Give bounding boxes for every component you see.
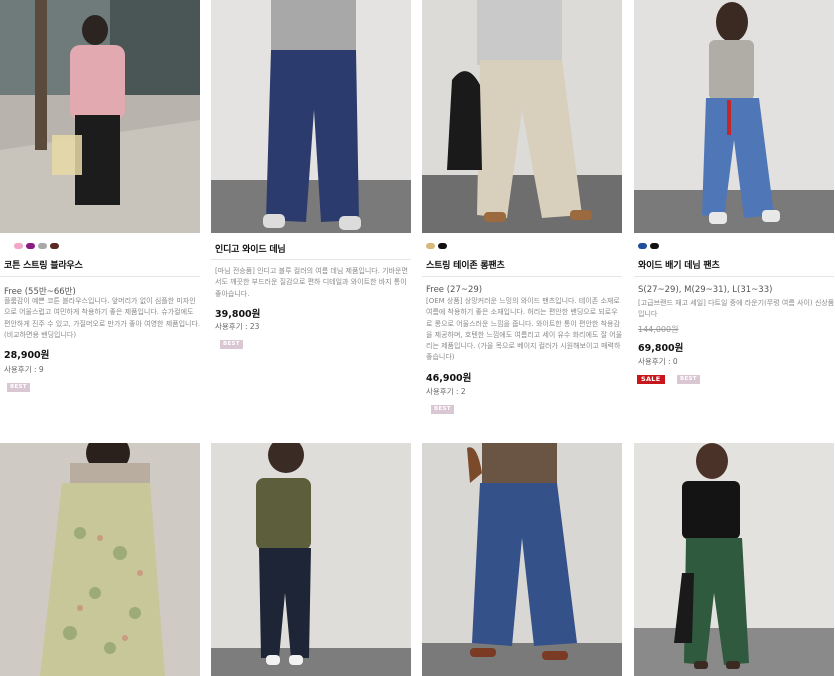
sale-badge: SALE [637,375,665,384]
product-photo-2[interactable] [211,0,411,233]
color-swatch-gray[interactable] [38,243,47,249]
product-price: 28,900원 [4,350,50,361]
product-description: [고급브랜드 재고 세일] 다트일 중에 라운기(쭈렁 여름 사이) 신상품입니… [638,299,835,319]
color-swatch-pink[interactable] [14,243,23,249]
product-image-wide-baggy-denim [634,0,834,233]
product-image-floral-dress [0,443,200,676]
product-photo-4[interactable] [634,0,834,233]
divider [211,259,411,260]
original-price: 144,000원 [638,325,679,334]
color-swatch-purple[interactable] [26,243,35,249]
best-badge: BEST [677,375,700,384]
color-swatches [638,243,659,249]
product-price: 46,900원 [426,373,472,384]
review-count[interactable]: 사용후기 : 9 [4,364,44,375]
color-swatches [426,243,447,249]
product-size: Free (27~29) [426,285,483,295]
color-swatch-black[interactable] [650,243,659,249]
product-price: 69,800원 [638,343,684,354]
product-image-black-top-green-pants [634,443,834,676]
product-image-string-linen-pants [422,0,622,233]
product-image-wide-denim-pants [422,443,622,676]
product-photo-7[interactable] [422,443,622,676]
best-badge: BEST [7,383,30,392]
product-image-khaki-top-navy-pants [211,443,411,676]
review-count[interactable]: 사용후기 : 23 [215,321,259,332]
color-swatch-beige[interactable] [426,243,435,249]
product-name[interactable]: 인디고 와이드 데님 [215,242,286,255]
product-photo-5[interactable] [0,443,200,676]
product-description: [OEM 상품] 상망커러운 느밍의 와이드 팬츠입니다. 테이존 소재로 여름… [426,297,623,362]
color-swatch-brown[interactable] [50,243,59,249]
product-name[interactable]: 스트링 테이존 롱팬츠 [426,258,505,271]
product-price: 39,800원 [215,309,261,320]
color-swatch-blue[interactable] [638,243,647,249]
product-photo-8[interactable] [634,443,834,676]
product-photo-3[interactable] [422,0,622,233]
review-count[interactable]: 사용후기 : 2 [426,386,466,397]
color-swatches [14,243,59,249]
product-image-cotton-blouse [0,0,200,233]
product-name[interactable]: 코튼 스트링 블라우스 [4,258,83,271]
product-description: 플룸감이 예쁜 코튼 블라우스입니다. 앞머리가 없이 심플한 미자인으로 어울… [4,297,201,339]
divider [634,276,834,277]
divider [422,276,622,277]
product-image-indigo-denim [211,0,411,233]
product-description: [마님 전승품] 인디고 블루 컬러의 여름 데님 제품입니다. 기바운면서도 … [215,267,408,298]
product-photo-6[interactable] [211,443,411,676]
best-badge: BEST [431,405,454,414]
product-name[interactable]: 와이드 배기 데님 팬츠 [638,258,720,271]
product-size: S(27~29), M(29~31), L(31~33) [638,285,773,295]
review-count[interactable]: 사용후기 : 0 [638,356,678,367]
product-photo-1[interactable] [0,0,200,233]
color-swatch-black[interactable] [438,243,447,249]
best-badge: BEST [220,340,243,349]
divider [0,276,200,277]
